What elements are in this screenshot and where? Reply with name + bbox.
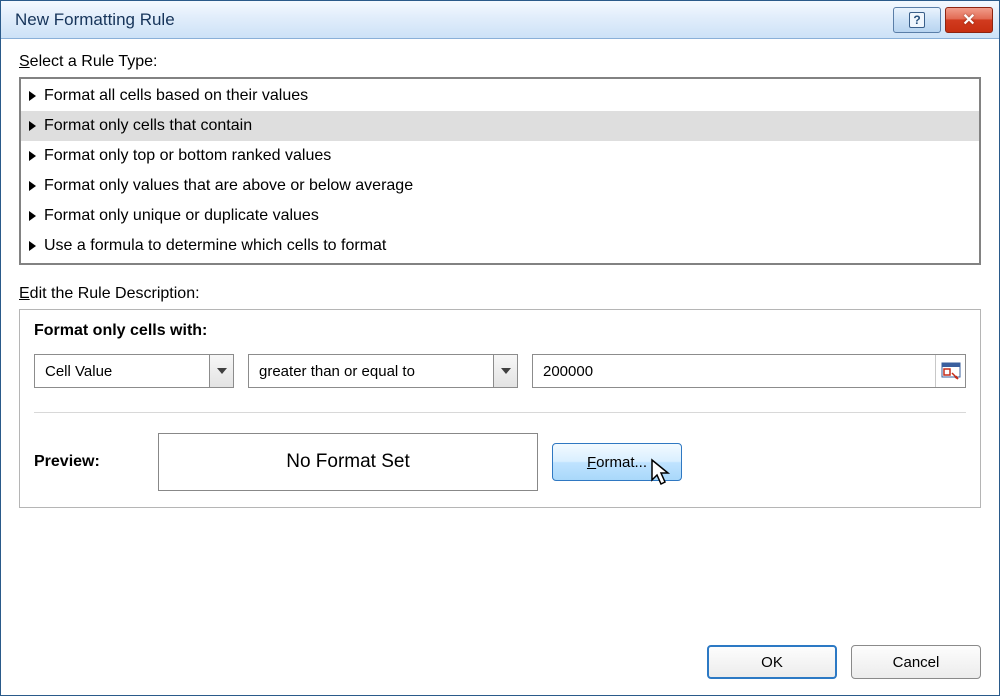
rule-type-text: Use a formula to determine which cells t… bbox=[44, 237, 386, 255]
edit-description-label: Edit the Rule Description: bbox=[19, 285, 981, 303]
rule-type-item[interactable]: Format only unique or duplicate values bbox=[21, 201, 979, 231]
operator-value: greater than or equal to bbox=[249, 363, 493, 380]
range-selector-icon bbox=[941, 362, 961, 380]
triangle-icon bbox=[29, 181, 36, 191]
window-buttons: ? ✕ bbox=[889, 7, 993, 33]
rule-type-item[interactable]: Format only values that are above or bel… bbox=[21, 171, 979, 201]
triangle-icon bbox=[29, 211, 36, 221]
chevron-down-icon bbox=[217, 368, 227, 374]
window-title: New Formatting Rule bbox=[15, 10, 889, 30]
rule-type-text: Format only top or bottom ranked values bbox=[44, 147, 331, 165]
divider bbox=[34, 412, 966, 413]
help-icon: ? bbox=[909, 12, 925, 28]
rule-type-text: Format only cells that contain bbox=[44, 117, 252, 135]
close-button[interactable]: ✕ bbox=[945, 7, 993, 33]
triangle-icon bbox=[29, 241, 36, 251]
dialog-footer: OK Cancel bbox=[1, 631, 999, 695]
format-button[interactable]: Format... bbox=[552, 443, 682, 481]
rule-type-text: Format only values that are above or bel… bbox=[44, 177, 413, 195]
rule-type-label: Select a Rule Type: bbox=[19, 53, 981, 71]
triangle-icon bbox=[29, 121, 36, 131]
dialog-content: Select a Rule Type: Format all cells bas… bbox=[1, 39, 999, 631]
triangle-icon bbox=[29, 151, 36, 161]
rule-type-list: Format all cells based on their values F… bbox=[19, 77, 981, 265]
value-field[interactable] bbox=[533, 355, 935, 387]
preview-text: No Format Set bbox=[286, 451, 410, 473]
close-icon: ✕ bbox=[962, 10, 975, 30]
preview-label: Preview: bbox=[34, 453, 144, 471]
value-input-wrapper bbox=[532, 354, 966, 388]
ok-button[interactable]: OK bbox=[707, 645, 837, 679]
rule-type-text: Format all cells based on their values bbox=[44, 87, 308, 105]
chevron-down-icon bbox=[501, 368, 511, 374]
rule-type-item[interactable]: Format only cells that contain bbox=[21, 111, 979, 141]
dialog-window: New Formatting Rule ? ✕ Select a Rule Ty… bbox=[0, 0, 1000, 696]
rule-type-item[interactable]: Format only top or bottom ranked values bbox=[21, 141, 979, 171]
range-selector-button[interactable] bbox=[935, 355, 965, 387]
criteria-type-combo[interactable]: Cell Value bbox=[34, 354, 234, 388]
dropdown-button[interactable] bbox=[493, 355, 517, 387]
description-panel: Format only cells with: Cell Value great… bbox=[19, 309, 981, 508]
titlebar: New Formatting Rule ? ✕ bbox=[1, 1, 999, 39]
rule-type-item[interactable]: Use a formula to determine which cells t… bbox=[21, 231, 979, 261]
preview-row: Preview: No Format Set Format... bbox=[34, 433, 966, 491]
triangle-icon bbox=[29, 91, 36, 101]
cancel-button[interactable]: Cancel bbox=[851, 645, 981, 679]
description-heading: Format only cells with: bbox=[34, 322, 966, 340]
help-button[interactable]: ? bbox=[893, 7, 941, 33]
preview-box: No Format Set bbox=[158, 433, 538, 491]
criteria-type-value: Cell Value bbox=[35, 363, 209, 380]
cursor-icon bbox=[650, 458, 674, 488]
rule-type-item[interactable]: Format all cells based on their values bbox=[21, 81, 979, 111]
rule-type-text: Format only unique or duplicate values bbox=[44, 207, 319, 225]
dropdown-button[interactable] bbox=[209, 355, 233, 387]
operator-combo[interactable]: greater than or equal to bbox=[248, 354, 518, 388]
criteria-row: Cell Value greater than or equal to bbox=[34, 354, 966, 388]
